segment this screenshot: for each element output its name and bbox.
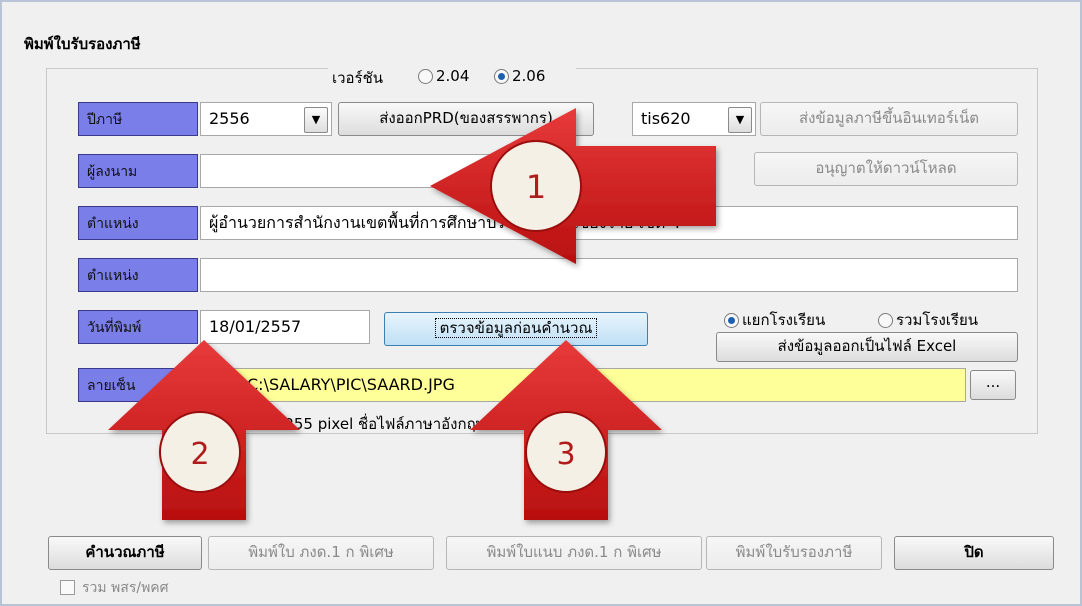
check-before-calc-label: ตรวจข้อมูลก่อนคำนวณ [434, 318, 598, 338]
print-pnd1-special-button[interactable]: พิมพ์ใบ ภงด.1 ก พิเศษ [208, 536, 434, 570]
tax-year-select[interactable]: 2556 ▼ [200, 102, 332, 136]
print-date-label: วันที่พิมพ์ [78, 310, 198, 344]
window-title: พิมพ์ใบรับรองภาษี [24, 35, 141, 53]
version-group: เวอร์ชัน 2.04 2.06 [328, 64, 576, 88]
signer-input[interactable] [200, 154, 500, 188]
combine-checkbox-label: รวม พสร/พคศ [82, 580, 169, 596]
tax-certificate-window: พิมพ์ใบรับรองภาษี เวอร์ชัน 2.04 2.06 ปีภ… [0, 0, 1082, 606]
export-excel-button[interactable]: ส่งข้อมูลออกเป็นไฟล์ Excel [716, 332, 1018, 362]
allow-download-button[interactable]: อนุญาตให้ดาวน์โหลด [754, 152, 1018, 186]
version-option-204[interactable]: 2.04 [418, 67, 469, 85]
version-option-206[interactable]: 2.06 [494, 67, 545, 85]
radio-selected-icon [494, 69, 509, 84]
print-date-input[interactable]: 18/01/2557 [200, 310, 370, 344]
full-send-text: ส่งเต็ม [678, 167, 717, 183]
send-internet-button[interactable]: ส่งข้อมูลภาษีขึ้นอินเทอร์เน็ต [760, 102, 1018, 136]
print-attachment-pnd1-special-button[interactable]: พิมพ์ใบแนบ ภงด.1 ก พิเศษ [446, 536, 702, 570]
version-label: เวอร์ชัน [332, 69, 384, 87]
signature-path-input[interactable]: C:\SALARY\PIC\SAARD.JPG [200, 368, 966, 402]
check-before-calc-button[interactable]: ตรวจข้อมูลก่อนคำนวณ [384, 312, 648, 346]
position1-label: ตำแหน่ง [78, 206, 198, 240]
print-certificate-button[interactable]: พิมพ์ใบรับรองภาษี [706, 536, 882, 570]
signature-label: ลายเซ็น [78, 368, 198, 402]
radio-icon [878, 313, 893, 328]
tax-year-value: 2556 [209, 109, 250, 128]
radio-selected-icon [724, 313, 739, 328]
combine-school-option[interactable]: รวมโรงเรียน [878, 308, 978, 332]
position1-input[interactable]: ผู้อำนวยการสำนักงานเขตพื้นที่การศึกษาประ… [200, 206, 1018, 240]
encoding-select[interactable]: tis620 ▼ [632, 102, 756, 136]
browse-button[interactable]: ... [970, 370, 1016, 400]
chevron-down-icon[interactable]: ▼ [304, 107, 328, 133]
position2-input[interactable] [200, 258, 1018, 292]
combine-checkbox[interactable] [60, 580, 75, 595]
radio-icon [418, 69, 433, 84]
tax-year-label: ปีภาษี [78, 102, 198, 136]
encoding-value: tis620 [641, 109, 691, 128]
signer-label: ผู้ลงนาม [78, 154, 198, 188]
separate-school-option[interactable]: แยกโรงเรียน [724, 308, 825, 332]
chevron-down-icon[interactable]: ▼ [728, 107, 752, 133]
signature-hint: ขนาด 60 X 255 pixel ชื่อไฟล์ภาษาอังกฤษ ช… [202, 415, 549, 433]
close-button[interactable]: ปิด [894, 536, 1054, 570]
position2-label: ตำแหน่ง [78, 258, 198, 292]
export-prd-button[interactable]: ส่งออกPRD(ของสรรพากร) [338, 102, 594, 136]
calculate-tax-button[interactable]: คำนวณภาษี [48, 536, 202, 570]
